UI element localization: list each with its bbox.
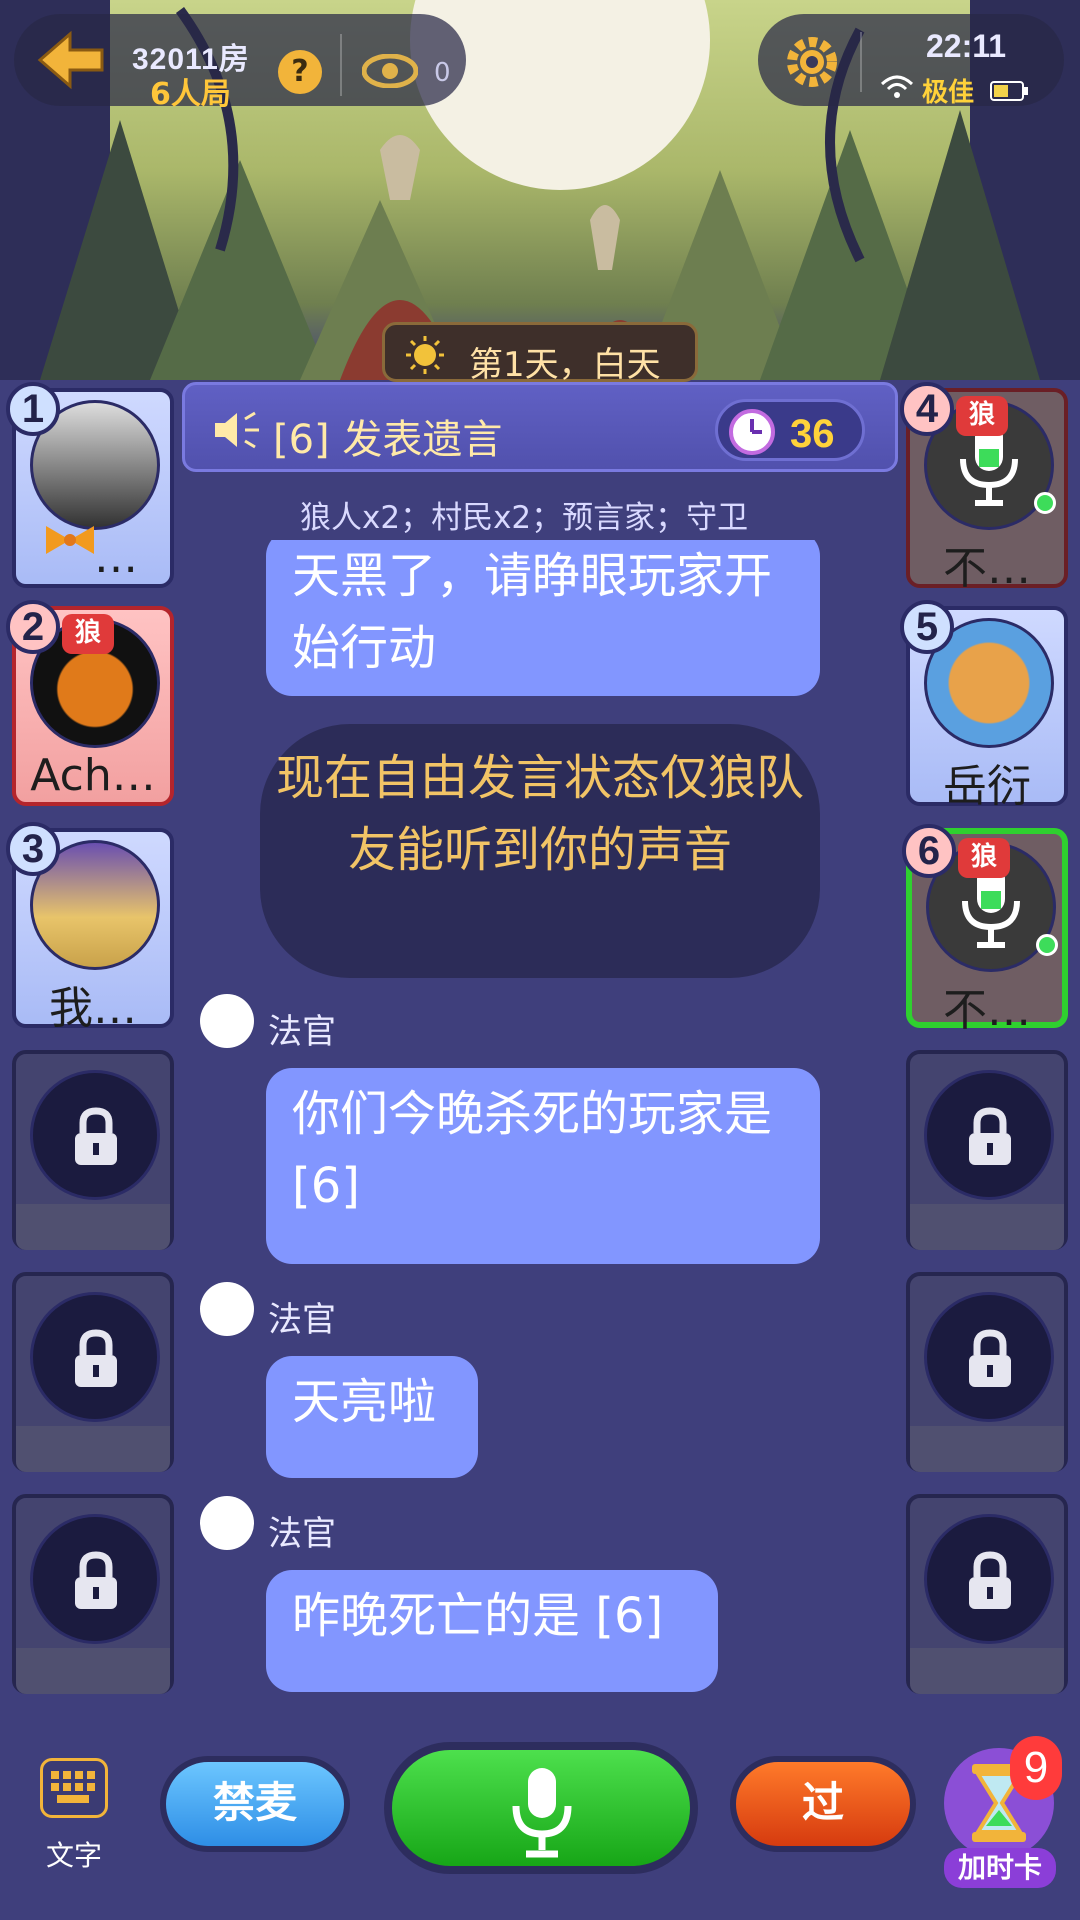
- judge-name: 法官: [268, 1012, 336, 1052]
- seat-locked: [12, 1050, 174, 1250]
- chat-message: 天亮啦: [266, 1356, 478, 1478]
- seat-locked: [12, 1272, 174, 1472]
- seat-5[interactable]: 岳衍 5: [900, 600, 1068, 812]
- lock-icon: [63, 1547, 129, 1613]
- role-composition: 狼人x2；村民x2；预言家；守卫: [300, 500, 749, 536]
- back-arrow-icon[interactable]: [36, 30, 108, 90]
- talk-button[interactable]: [384, 1742, 698, 1874]
- seat-2[interactable]: Ach… 2 狼: [6, 600, 174, 806]
- lock-slot: [30, 1070, 160, 1200]
- seat-1[interactable]: … 1: [6, 382, 174, 588]
- network-quality: 极佳: [922, 78, 975, 108]
- seat-locked: [906, 1494, 1068, 1694]
- keyboard-icon: [40, 1758, 108, 1818]
- day-phase-banner: 第1天，白天: [382, 322, 698, 385]
- seat-strip: [16, 1648, 170, 1694]
- lock-slot: [30, 1292, 160, 1422]
- wifi-icon: [880, 74, 914, 100]
- seat-number: 4: [900, 382, 954, 436]
- divider: [340, 34, 342, 96]
- lock-icon: [957, 1547, 1023, 1613]
- seat-strip: [910, 1648, 1064, 1694]
- speech-status: [6] 发表遗言: [273, 417, 503, 463]
- chat-message: 天黑了，请睁眼玩家开始行动: [266, 540, 820, 696]
- seat-locked: [906, 1272, 1068, 1472]
- player-name: 岳衍: [943, 761, 1031, 812]
- lock-slot: [924, 1514, 1054, 1644]
- help-icon[interactable]: ?: [278, 50, 322, 94]
- player-name: …: [94, 532, 138, 583]
- seat-strip: [16, 1204, 170, 1250]
- bottom-bar: 文字 禁麦 过 加时卡 9: [0, 1720, 1080, 1920]
- clock-icon: [728, 408, 776, 456]
- room-info-panel: 32011房 6人局 ? 0: [14, 14, 466, 112]
- pass-button[interactable]: 过: [730, 1756, 916, 1852]
- player-name: 我…: [49, 983, 137, 1034]
- keyboard-button[interactable]: 文字: [22, 1752, 126, 1872]
- keyboard-label: 文字: [46, 1839, 103, 1872]
- day-label: 第1天，白天: [469, 345, 661, 385]
- judge-avatar: [200, 994, 254, 1048]
- wolf-tag: 狼: [62, 614, 114, 654]
- judge-name: 法官: [268, 1300, 336, 1340]
- wolf-tag: 狼: [958, 838, 1010, 878]
- seat-number: 6: [902, 824, 956, 878]
- lock-icon: [63, 1325, 129, 1391]
- seat-3[interactable]: 我… 3: [6, 822, 174, 1034]
- seat-number: 3: [6, 822, 60, 876]
- player-name: 不…: [943, 543, 1031, 594]
- speech-panel: [6] 发表遗言 36: [182, 382, 898, 472]
- countdown-timer: 36: [715, 399, 865, 461]
- seat-4[interactable]: 不… 4 狼: [900, 382, 1068, 594]
- seat-6[interactable]: 不… 6 狼: [902, 824, 1068, 1036]
- seat-locked: [12, 1494, 174, 1694]
- seat-strip: [910, 1204, 1064, 1250]
- chat-log[interactable]: 天黑了，请睁眼玩家开始行动 现在自由发言状态仅狼队友能听到你的声音 法官 你们今…: [196, 540, 832, 1700]
- lock-icon: [957, 1103, 1023, 1169]
- seat-locked: [906, 1050, 1068, 1250]
- gear-icon[interactable]: [784, 34, 840, 90]
- battery-icon: [990, 80, 1030, 102]
- seat-strip: [910, 1426, 1064, 1472]
- seat-strip: [16, 1426, 170, 1472]
- wolf-tag: 狼: [956, 396, 1008, 436]
- eye-icon[interactable]: [361, 53, 419, 89]
- judge-name: 法官: [268, 1514, 336, 1554]
- mic-icon: [512, 1768, 572, 1858]
- timer-value: 36: [790, 412, 835, 456]
- speaker-icon: [213, 409, 261, 451]
- system-message: 现在自由发言状态仅狼队友能听到你的声音: [260, 724, 820, 978]
- online-indicator: [1036, 934, 1058, 956]
- lock-slot: [30, 1514, 160, 1644]
- player-name: 不…: [943, 985, 1031, 1036]
- lock-icon: [63, 1103, 129, 1169]
- room-mode: 6人局: [150, 77, 231, 112]
- viewer-count: 0: [434, 58, 451, 88]
- status-panel: 22:11 极佳: [758, 14, 1064, 108]
- player-name: Ach…: [30, 750, 156, 801]
- judge-avatar: [200, 1496, 254, 1550]
- lock-icon: [957, 1325, 1023, 1391]
- judge-avatar: [200, 1282, 254, 1336]
- seat-number: 2: [6, 600, 60, 654]
- lock-slot: [924, 1292, 1054, 1422]
- seat-number: 5: [900, 600, 954, 654]
- time-card-label: 加时卡: [944, 1848, 1056, 1888]
- chat-message: 昨晚死亡的是 [6]: [266, 1570, 718, 1692]
- seat-number: 1: [6, 382, 60, 436]
- chat-message: 你们今晚杀死的玩家是 [6]: [266, 1068, 820, 1264]
- mute-button[interactable]: 禁麦: [160, 1756, 350, 1852]
- time-card-count-badge: 9: [1010, 1736, 1062, 1800]
- time-card-button[interactable]: 加时卡 9: [938, 1736, 1064, 1890]
- sun-icon: [405, 335, 445, 375]
- clock-time: 22:11: [926, 28, 1007, 64]
- divider: [860, 32, 862, 92]
- lock-slot: [924, 1070, 1054, 1200]
- online-indicator: [1034, 492, 1056, 514]
